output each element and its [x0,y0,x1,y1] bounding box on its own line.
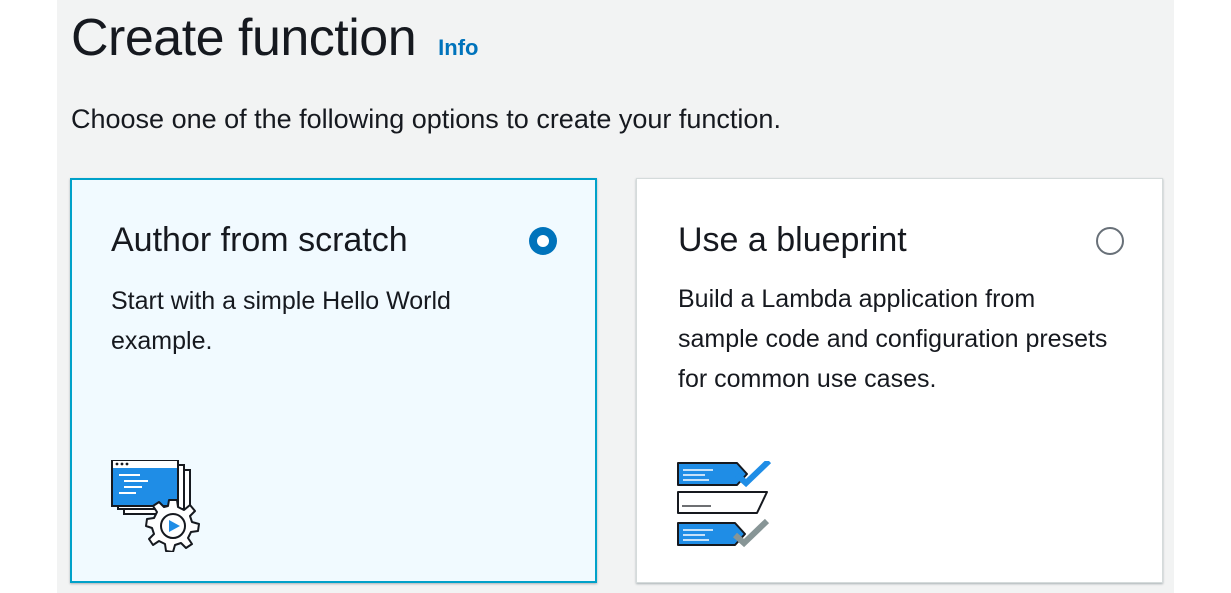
header: Create function Info [71,8,478,68]
option-author-from-scratch[interactable]: Author from scratch Start with a simple … [70,178,597,583]
code-window-gear-icon [111,460,200,552]
checklist-blueprint-icon [677,461,772,548]
option-description: Start with a simple Hello World example. [111,287,451,355]
option-use-a-blueprint[interactable]: Use a blueprint Build a Lambda applicati… [636,178,1163,583]
radio-author-from-scratch[interactable] [529,227,557,255]
page-title: Create function [71,9,417,67]
option-title: Author from scratch [111,221,408,259]
option-title: Use a blueprint [678,221,907,259]
page-description: Choose one of the following options to c… [71,104,781,134]
option-description: Build a Lambda application from sample c… [678,285,1108,393]
info-link[interactable]: Info [438,35,478,61]
radio-use-a-blueprint[interactable] [1096,227,1124,255]
